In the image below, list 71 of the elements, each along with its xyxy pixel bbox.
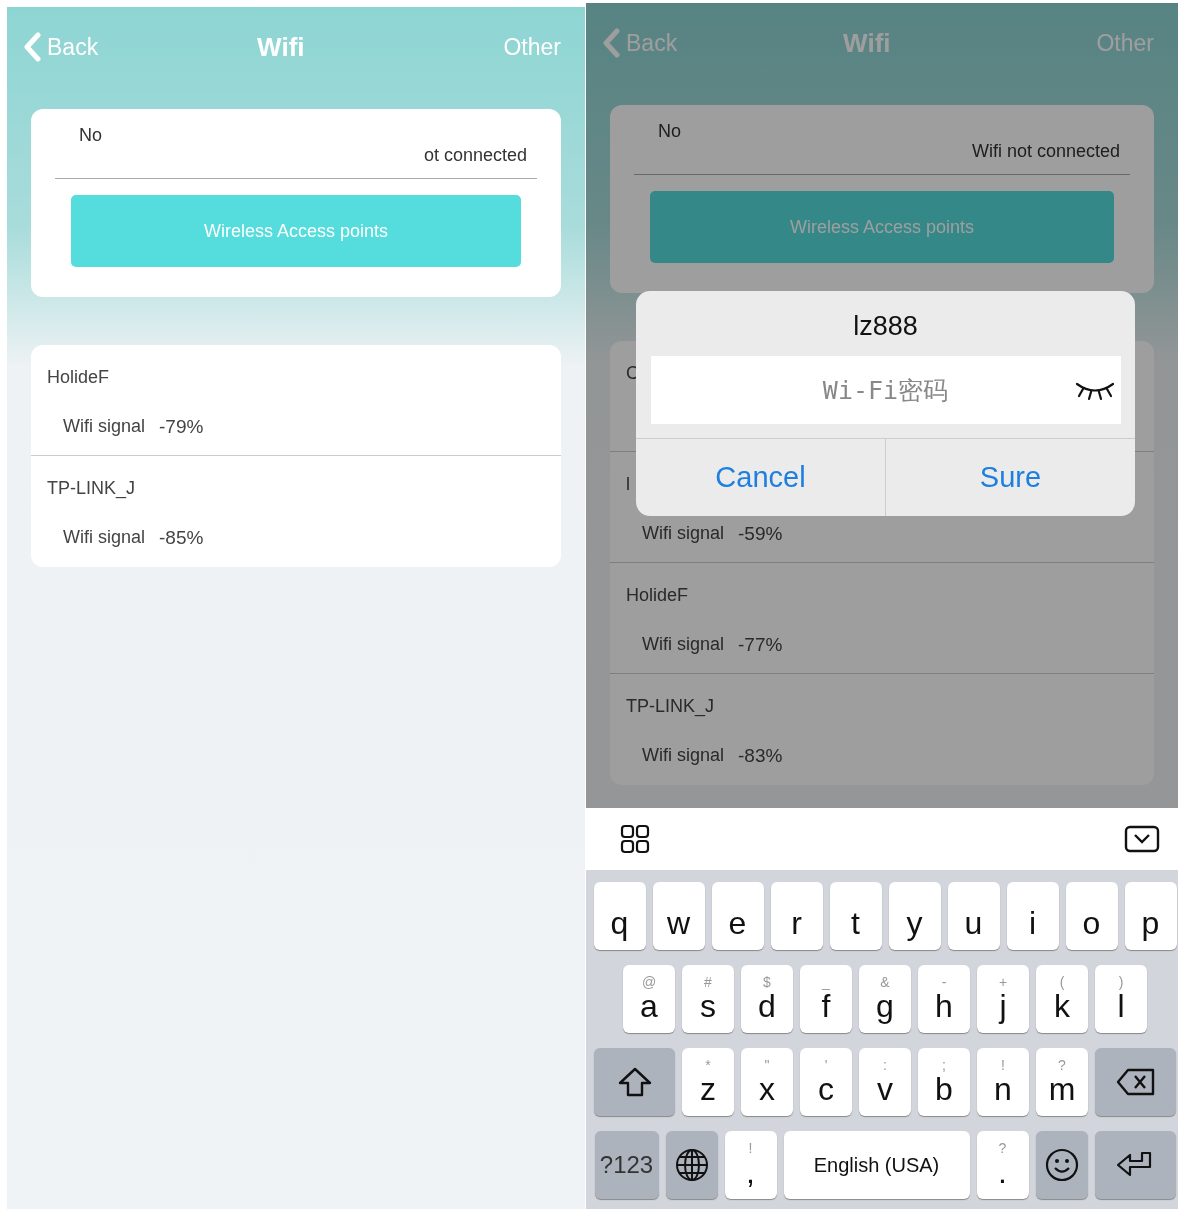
signal-value: -59% — [738, 523, 783, 545]
network-name: HolideF — [626, 585, 689, 606]
chevron-left-icon — [602, 28, 620, 58]
keyboard-key[interactable]: ? . — [976, 1131, 1029, 1199]
keyboard-key[interactable]: t — [829, 882, 882, 950]
keyboard-key[interactable]: ! n — [977, 1048, 1029, 1116]
backspace-icon — [1115, 1068, 1156, 1096]
network-item[interactable]: HolideF Wifi signal -79% — [31, 345, 561, 456]
keyboard-key[interactable]: ? m — [1036, 1048, 1088, 1116]
keyboard-key[interactable]: r — [770, 882, 823, 950]
signal-label: Wifi signal — [642, 523, 725, 545]
network-item[interactable]: TP-LINK_J Wifi signal -83% — [610, 674, 1154, 785]
hide-keyboard-icon[interactable] — [1124, 825, 1160, 853]
signal-value: -85% — [159, 527, 204, 549]
keyboard-key[interactable]: : v — [859, 1048, 911, 1116]
keyboard-key[interactable]: $ d — [741, 965, 793, 1033]
keyboard-key[interactable]: ' c — [800, 1048, 852, 1116]
keyboard-key[interactable]: o — [1065, 882, 1118, 950]
keyboard-key[interactable]: ! , — [724, 1131, 777, 1199]
keyboard-key[interactable]: q — [593, 882, 646, 950]
globe-key[interactable] — [665, 1131, 718, 1199]
status-label: No — [79, 125, 102, 147]
keyboard-key[interactable]: ( k — [1036, 965, 1088, 1033]
backspace-key[interactable] — [1095, 1048, 1176, 1116]
symbols-key[interactable]: ?123 — [594, 1131, 659, 1199]
chevron-left-icon — [23, 32, 41, 62]
keyboard-key[interactable]: u — [947, 882, 1000, 950]
keyboard-key[interactable]: # s — [682, 965, 734, 1033]
keyboard-key[interactable]: @ a — [623, 965, 675, 1033]
space-key[interactable]: English (USA) — [783, 1131, 970, 1199]
keyboard-key[interactable]: w — [652, 882, 705, 950]
keyboard-key[interactable]: & g — [859, 965, 911, 1033]
keyboard-key[interactable]: * z — [682, 1048, 734, 1116]
signal-label: Wifi signal — [63, 527, 146, 549]
network-name: TP-LINK_J — [47, 478, 136, 499]
keyboard-key[interactable]: ; b — [918, 1048, 970, 1116]
signal-value: -83% — [738, 745, 783, 767]
keyboard-key[interactable]: y — [888, 882, 941, 950]
screen-title: Wifi — [843, 27, 891, 59]
globe-icon — [674, 1148, 709, 1182]
dialog-title: lz888 — [853, 311, 918, 342]
shift-key[interactable] — [594, 1048, 675, 1116]
keyboard-key[interactable]: _ f — [800, 965, 852, 1033]
keyboard-key[interactable]: + j — [977, 965, 1029, 1033]
shift-icon — [617, 1067, 652, 1097]
signal-label: Wifi signal — [642, 745, 725, 767]
status-value: ot connected — [423, 145, 527, 166]
return-icon — [1116, 1151, 1154, 1179]
password-field[interactable]: Wi-Fi密码 — [650, 356, 1121, 424]
grid-icon[interactable] — [620, 824, 650, 854]
status-label: No — [658, 121, 681, 143]
network-name: TP-LINK_J — [626, 696, 715, 717]
network-item[interactable]: TP-LINK_J Wifi signal -85% — [31, 456, 561, 567]
emoji-key[interactable] — [1035, 1131, 1088, 1199]
status-value: Wifi not connected — [971, 141, 1120, 162]
screen-title: Wifi — [257, 31, 305, 63]
keyboard-key[interactable]: " x — [741, 1048, 793, 1116]
keyboard-key[interactable]: e — [711, 882, 764, 950]
network-name: HolideF — [47, 367, 110, 388]
signal-value: -77% — [738, 634, 783, 656]
keyboard-key[interactable]: ) l — [1095, 965, 1147, 1033]
network-name: l — [626, 474, 630, 495]
keyboard-key[interactable]: - h — [918, 965, 970, 1033]
signal-label: Wifi signal — [63, 416, 146, 438]
keyboard-key[interactable]: p — [1124, 882, 1177, 950]
signal-label: Wifi signal — [642, 634, 725, 656]
network-item[interactable]: HolideF Wifi signal -77% — [610, 563, 1154, 674]
return-key[interactable] — [1094, 1131, 1176, 1199]
keyboard-key[interactable]: i — [1006, 882, 1059, 950]
signal-value: -79% — [159, 416, 204, 438]
emoji-icon — [1044, 1148, 1079, 1182]
